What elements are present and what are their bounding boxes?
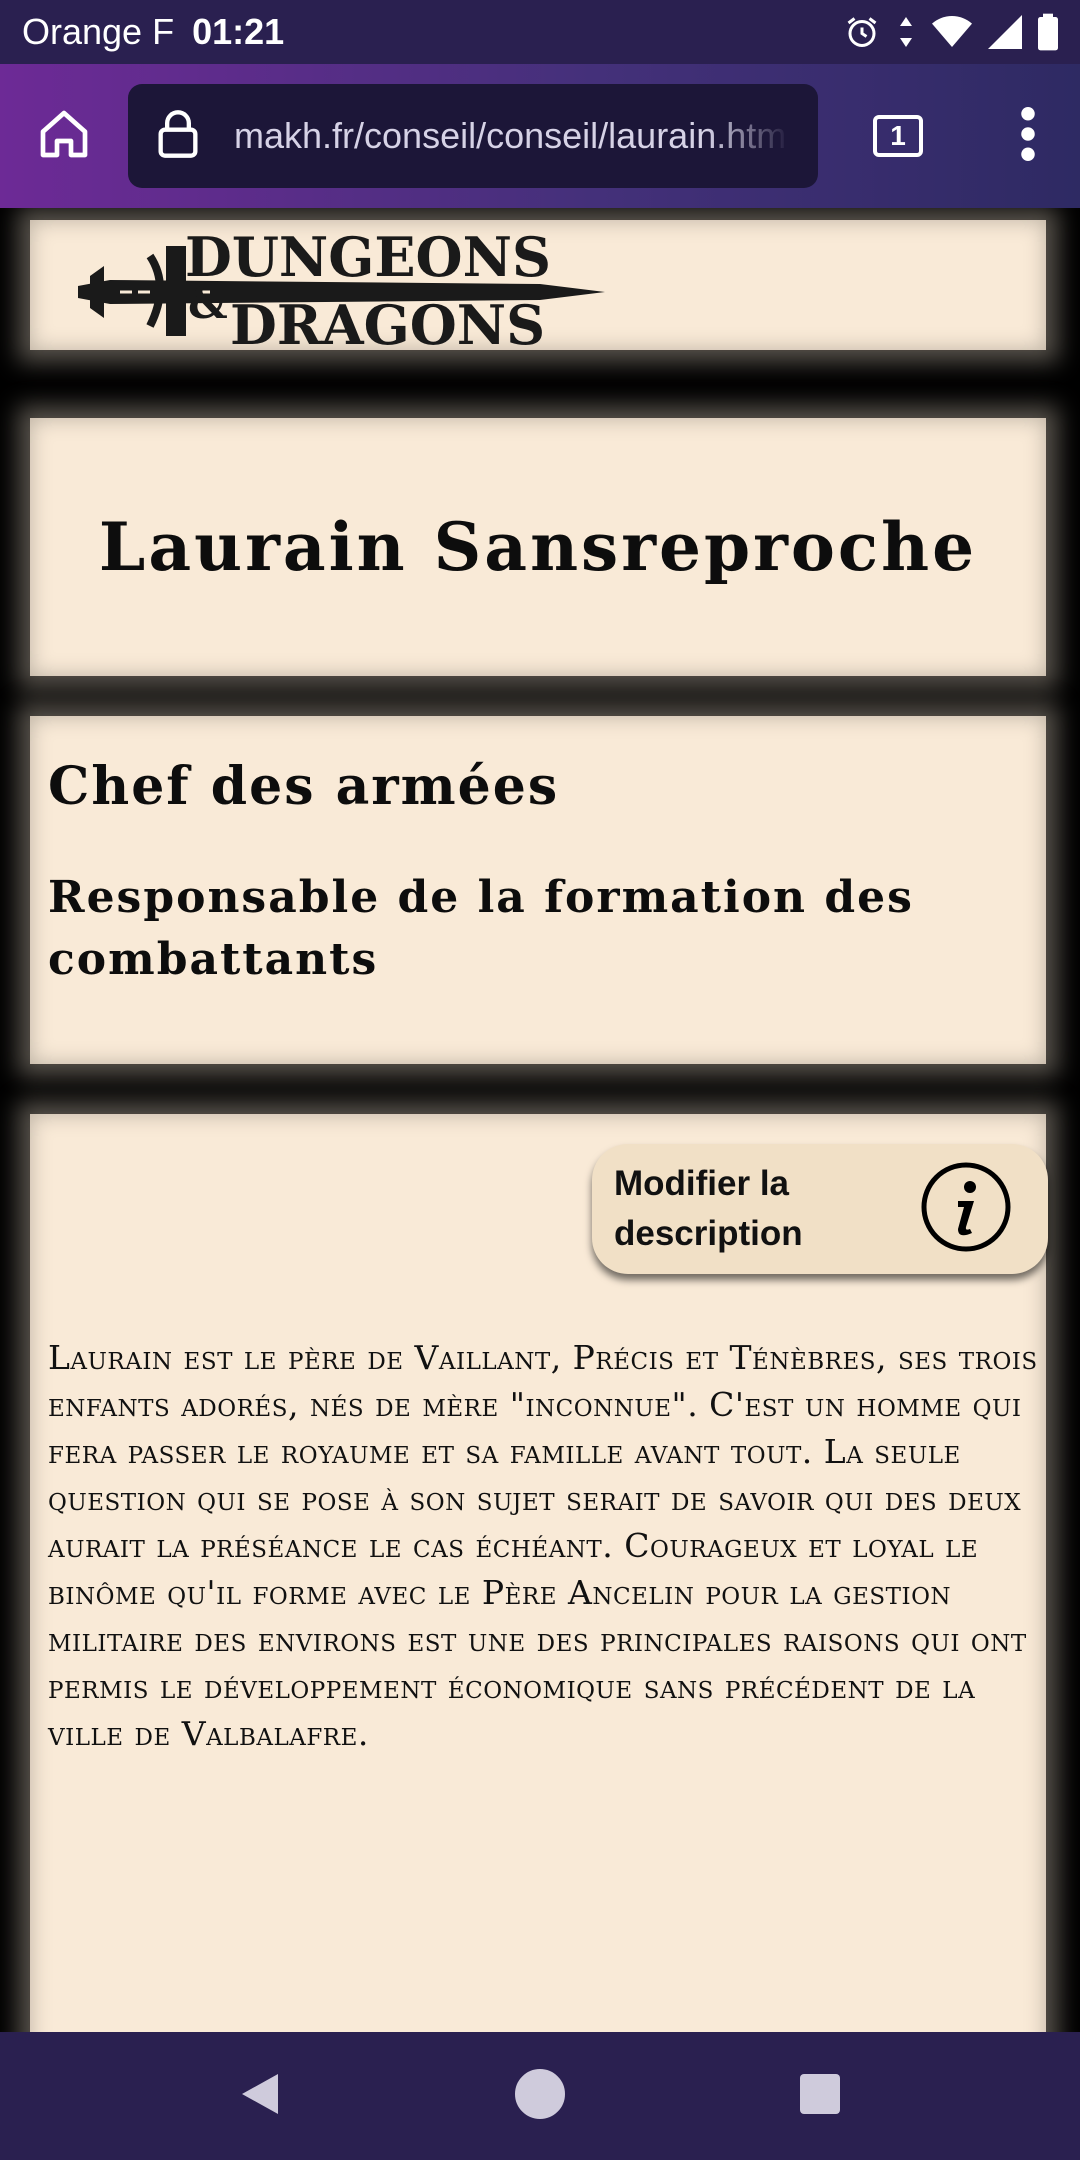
- system-navigation-bar: [0, 2032, 1080, 2160]
- status-bar: Orange F 01:21: [0, 0, 1080, 64]
- data-transfer-icon: [896, 14, 916, 50]
- wifi-icon: [932, 14, 972, 50]
- page-title: Laurain Sansreproche: [98, 508, 978, 586]
- more-vert-icon: [1021, 106, 1035, 166]
- carrier-name: Orange F: [22, 11, 175, 52]
- info-icon: [920, 1161, 1012, 1258]
- description-panel: Modifier la description Laurain est le p…: [30, 1114, 1048, 2032]
- svg-text:DUNGEONS: DUNGEONS: [185, 226, 551, 289]
- clock-time: 01:21: [192, 11, 285, 52]
- name-panel: Laurain Sansreproche: [30, 418, 1046, 676]
- browser-toolbar: makh.fr/conseil/conseil/laurain.html 1: [0, 64, 1080, 208]
- svg-text:DRAGONS: DRAGONS: [230, 293, 545, 350]
- back-icon: [238, 2070, 282, 2123]
- signal-icon: [988, 15, 1022, 49]
- recents-icon: [800, 2073, 840, 2119]
- home-circle-icon: [514, 2068, 566, 2125]
- home-button[interactable]: [0, 64, 128, 208]
- url-text[interactable]: makh.fr/conseil/conseil/laurain.html: [234, 115, 790, 157]
- tab-switcher-button[interactable]: 1: [818, 64, 978, 208]
- alarm-icon: [844, 14, 880, 50]
- recents-button[interactable]: [760, 2036, 880, 2156]
- address-bar[interactable]: makh.fr/conseil/conseil/laurain.html: [128, 84, 818, 188]
- home-nav-button[interactable]: [480, 2036, 600, 2156]
- battery-icon: [1038, 13, 1058, 51]
- tab-count: 1: [873, 115, 923, 157]
- role-panel: Chef des armées Responsable de la format…: [30, 716, 1046, 1064]
- browser-menu-button[interactable]: [978, 64, 1078, 208]
- edit-description-button[interactable]: Modifier la description: [592, 1144, 1048, 1274]
- logo-panel: DUNGEONS DRAGONS &: [30, 220, 1046, 357]
- role-subtitle: Responsable de la formation des combatta…: [48, 872, 914, 985]
- back-button[interactable]: [200, 2036, 320, 2156]
- role-title: Chef des armées: [48, 756, 560, 817]
- edit-description-label: Modifier la description: [614, 1164, 803, 1253]
- character-description: Laurain est le père de Vaillant, Précis …: [48, 1338, 1038, 1753]
- dungeons-dragons-logo[interactable]: DUNGEONS DRAGONS &: [70, 225, 610, 357]
- lock-icon: [156, 108, 200, 165]
- page-content: DUNGEONS DRAGONS & Laurain Sansreproche …: [0, 208, 1080, 2032]
- home-icon: [36, 106, 92, 167]
- svg-text:&: &: [188, 278, 228, 329]
